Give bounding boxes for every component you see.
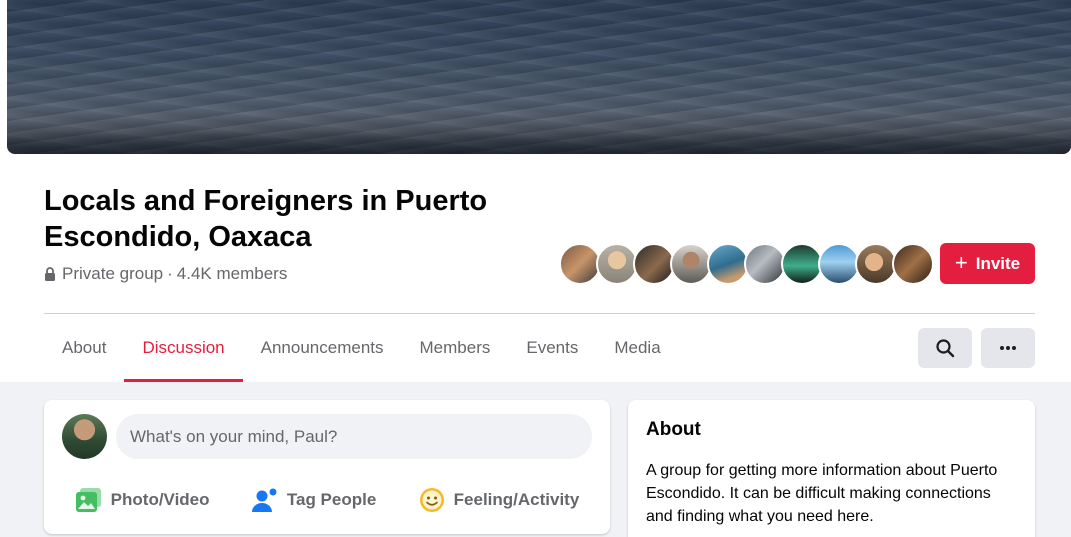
avatar[interactable] bbox=[633, 243, 675, 285]
search-icon bbox=[936, 339, 955, 358]
group-meta: Private group · 4.4K members bbox=[44, 264, 287, 284]
avatar[interactable] bbox=[855, 243, 897, 285]
avatar[interactable] bbox=[707, 243, 749, 285]
tab-members[interactable]: Members bbox=[402, 314, 509, 382]
more-options-button[interactable] bbox=[981, 328, 1035, 368]
avatar[interactable] bbox=[781, 243, 823, 285]
feeling-activity-label: Feeling/Activity bbox=[453, 490, 580, 509]
create-post-input[interactable]: What's on your mind, Paul? bbox=[116, 414, 592, 459]
about-card: About A group for getting more informati… bbox=[628, 400, 1035, 537]
avatar[interactable] bbox=[892, 243, 934, 285]
more-icon bbox=[1000, 346, 1016, 350]
search-button[interactable] bbox=[918, 328, 972, 368]
avatar[interactable] bbox=[596, 243, 638, 285]
invite-label: Invite bbox=[975, 253, 1021, 273]
about-description: A group for getting more information abo… bbox=[646, 462, 998, 525]
avatar[interactable] bbox=[818, 243, 860, 285]
tab-announcements[interactable]: Announcements bbox=[243, 314, 402, 382]
group-title[interactable]: Locals and Foreigners in Puerto Escondid… bbox=[44, 183, 564, 255]
group-header: Locals and Foreigners in Puerto Escondid… bbox=[0, 0, 1071, 382]
plus-icon: + bbox=[954, 249, 968, 275]
feeling-activity-icon bbox=[419, 488, 444, 512]
composer-actions: Photo/Video Tag People Feeling/Activity bbox=[44, 480, 610, 520]
about-heading: About bbox=[646, 419, 701, 440]
tab-events[interactable]: Events bbox=[508, 314, 596, 382]
tab-discussion[interactable]: Discussion bbox=[124, 314, 243, 382]
current-user-avatar[interactable] bbox=[62, 414, 107, 459]
photo-video-button[interactable]: Photo/Video bbox=[67, 480, 218, 520]
avatar[interactable] bbox=[744, 243, 786, 285]
cover-photo[interactable] bbox=[7, 0, 1071, 154]
feeling-activity-button[interactable]: Feeling/Activity bbox=[410, 480, 588, 520]
group-tabs: About Discussion Announcements Members E… bbox=[44, 314, 679, 382]
lock-icon bbox=[45, 267, 55, 281]
member-count[interactable]: 4.4K members bbox=[177, 264, 288, 284]
tab-about[interactable]: About bbox=[44, 314, 124, 382]
tab-media[interactable]: Media bbox=[596, 314, 678, 382]
avatar[interactable] bbox=[559, 243, 601, 285]
invite-button[interactable]: + Invite bbox=[940, 243, 1035, 284]
member-avatars bbox=[559, 243, 934, 285]
privacy-label[interactable]: Private group bbox=[62, 264, 163, 284]
tag-people-icon bbox=[251, 488, 277, 512]
avatar[interactable] bbox=[670, 243, 712, 285]
tag-people-label: Tag People bbox=[286, 490, 377, 509]
photo-video-icon bbox=[75, 488, 101, 512]
photo-video-label: Photo/Video bbox=[110, 490, 210, 509]
tag-people-button[interactable]: Tag People bbox=[243, 480, 384, 520]
post-composer: What's on your mind, Paul? Photo/Video T… bbox=[44, 400, 610, 534]
meta-separator: · bbox=[167, 264, 173, 283]
